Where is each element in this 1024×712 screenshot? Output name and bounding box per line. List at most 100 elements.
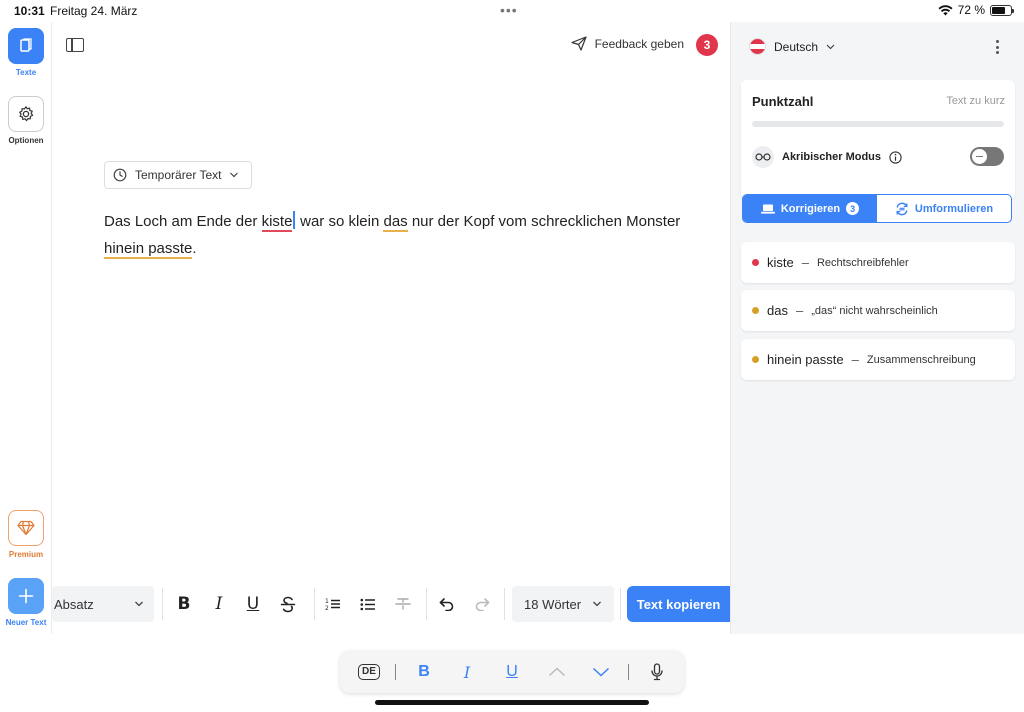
editor-area: Feedback geben 3 Temporärer Text Das Loc… <box>52 22 730 634</box>
mode-tabs: Korrigieren 3 Umformulieren <box>742 194 1012 223</box>
toolbar-divider <box>426 588 427 620</box>
bullet-list-icon <box>360 598 375 610</box>
tab-korrigieren-count: 3 <box>846 202 860 215</box>
error-hinein-passte[interactable]: hinein passte <box>104 240 193 259</box>
feedback-label: Feedback geben <box>594 36 684 51</box>
underline-button[interactable]: U <box>241 592 265 616</box>
language-selector[interactable]: Deutsch <box>749 38 835 55</box>
strikethrough-button[interactable] <box>276 592 300 616</box>
toolbar-divider <box>504 588 505 620</box>
toolbar-divider <box>620 588 621 620</box>
issue-description: Rechtschreibfehler <box>816 256 909 269</box>
nav-premium-button[interactable] <box>8 510 44 546</box>
nav-texte-button[interactable] <box>8 28 44 64</box>
kb-underline-button[interactable]: U <box>502 660 522 684</box>
issue-separator: – <box>851 352 859 367</box>
bullet-list-button[interactable] <box>356 592 380 616</box>
austria-flag-icon <box>749 38 766 55</box>
tab-korrigieren[interactable]: Korrigieren 3 <box>743 195 877 222</box>
text-segment: . <box>192 240 197 257</box>
redo-button[interactable] <box>470 592 494 616</box>
more-options-icon[interactable] <box>990 38 1004 56</box>
info-icon[interactable] <box>889 150 902 164</box>
chevron-down-icon <box>592 667 610 677</box>
rephrase-icon <box>896 202 908 215</box>
akribisch-row: Akribischer Modus <box>752 144 1004 170</box>
kb-italic-button[interactable]: I <box>457 660 477 684</box>
issue-dot <box>752 307 759 314</box>
nav-new-text-label: Neuer Text <box>5 618 47 627</box>
ordered-list-button[interactable]: 1 2 <box>321 592 345 616</box>
keyboard-language-icon: DE <box>358 664 380 680</box>
redo-icon <box>475 598 490 611</box>
toolbar-divider <box>162 588 163 620</box>
issue-card[interactable]: das – „das“ nicht wahrscheinlich <box>741 290 1015 331</box>
right-panel: Deutsch Punktzahl Text zu kurz Akribisch… <box>730 22 1024 634</box>
chevron-up-icon <box>548 667 566 677</box>
copy-text-button[interactable]: Text kopieren <box>627 586 730 622</box>
strikethrough-icon <box>280 596 296 612</box>
issue-card[interactable]: kiste – Rechtschreibfehler <box>741 242 1015 283</box>
chevron-down-icon <box>135 601 143 607</box>
temporary-text-dropdown[interactable]: Temporärer Text <box>104 161 253 189</box>
italic-button[interactable]: I <box>207 592 231 616</box>
keyboard-shortcut-bar: DE B I U <box>340 651 684 693</box>
feedback-button[interactable]: Feedback geben <box>570 36 684 51</box>
issue-word: das <box>767 303 788 318</box>
home-indicator <box>375 700 649 705</box>
issue-description: Zusammenschreibung <box>866 353 976 366</box>
bold-icon: B <box>177 594 191 614</box>
ordered-list-icon: 1 2 <box>325 598 340 611</box>
kb-underline-icon: U <box>506 663 518 680</box>
plus-icon <box>18 588 34 604</box>
score-hint: Text zu kurz <box>946 95 1005 107</box>
issue-description: „das“ nicht wahrscheinlich <box>811 304 938 317</box>
text-segment: nur der Kopf vom schrecklichen Monster <box>407 213 681 230</box>
text-editor[interactable]: Das Loch am Ende der kiste war so klein … <box>104 208 684 262</box>
tab-umformulieren[interactable]: Umformulieren <box>877 195 1011 222</box>
diamond-icon <box>17 520 35 536</box>
text-segment: war so klein <box>295 213 384 230</box>
multitasking-dots-icon[interactable]: ••• <box>500 2 518 18</box>
nav-premium-label: Premium <box>8 550 44 559</box>
kb-dictation-button[interactable] <box>647 660 667 684</box>
text-segment: Das Loch am Ende der <box>104 213 262 230</box>
clear-format-button[interactable] <box>391 592 415 616</box>
akribisch-toggle[interactable] <box>970 147 1004 166</box>
microphone-icon <box>651 663 663 681</box>
toolbar-divider <box>314 588 315 620</box>
word-count-value: 18 Wörter <box>524 596 582 612</box>
issue-card[interactable]: hinein passte – Zusammenschreibung <box>741 339 1015 380</box>
paragraph-style-select[interactable]: Absatz <box>52 586 154 622</box>
nav-options-button[interactable] <box>8 96 44 132</box>
issue-separator: – <box>795 303 804 318</box>
chevron-down-icon <box>593 601 601 607</box>
undo-button[interactable] <box>435 592 459 616</box>
kb-previous-button[interactable] <box>545 660 569 684</box>
kb-bold-button[interactable]: B <box>414 660 434 684</box>
chevron-down-icon <box>826 44 835 49</box>
error-kiste[interactable]: kiste <box>261 213 293 232</box>
word-count-select[interactable]: 18 Wörter <box>512 586 614 622</box>
sidebar-toggle-icon[interactable] <box>66 38 84 52</box>
tab-umformulieren-label: Umformulieren <box>914 202 994 215</box>
error-das[interactable]: das <box>383 213 408 232</box>
nav-new-text-button[interactable] <box>8 578 44 614</box>
paragraph-style-value: Absatz <box>54 596 94 612</box>
tab-korrigieren-label: Korrigieren <box>780 202 841 215</box>
nav-options-label: Optionen <box>8 136 44 145</box>
bold-button[interactable]: B <box>172 592 196 616</box>
gear-icon <box>19 106 34 122</box>
kb-next-button[interactable] <box>589 660 613 684</box>
akribisch-label: Akribischer Modus <box>782 151 882 163</box>
kb-bold-icon: B <box>418 663 430 680</box>
laptop-icon <box>760 204 775 214</box>
issue-dot <box>752 356 759 363</box>
underline-icon: U <box>246 594 260 614</box>
battery-fill <box>992 6 1005 14</box>
toggle-knob <box>972 149 987 164</box>
clock-icon <box>113 168 127 182</box>
issue-count-badge[interactable]: 3 <box>696 34 718 56</box>
score-card: Punktzahl Text zu kurz Akribischer Modus <box>741 80 1015 200</box>
keyboard-language-button[interactable]: DE <box>358 660 380 684</box>
